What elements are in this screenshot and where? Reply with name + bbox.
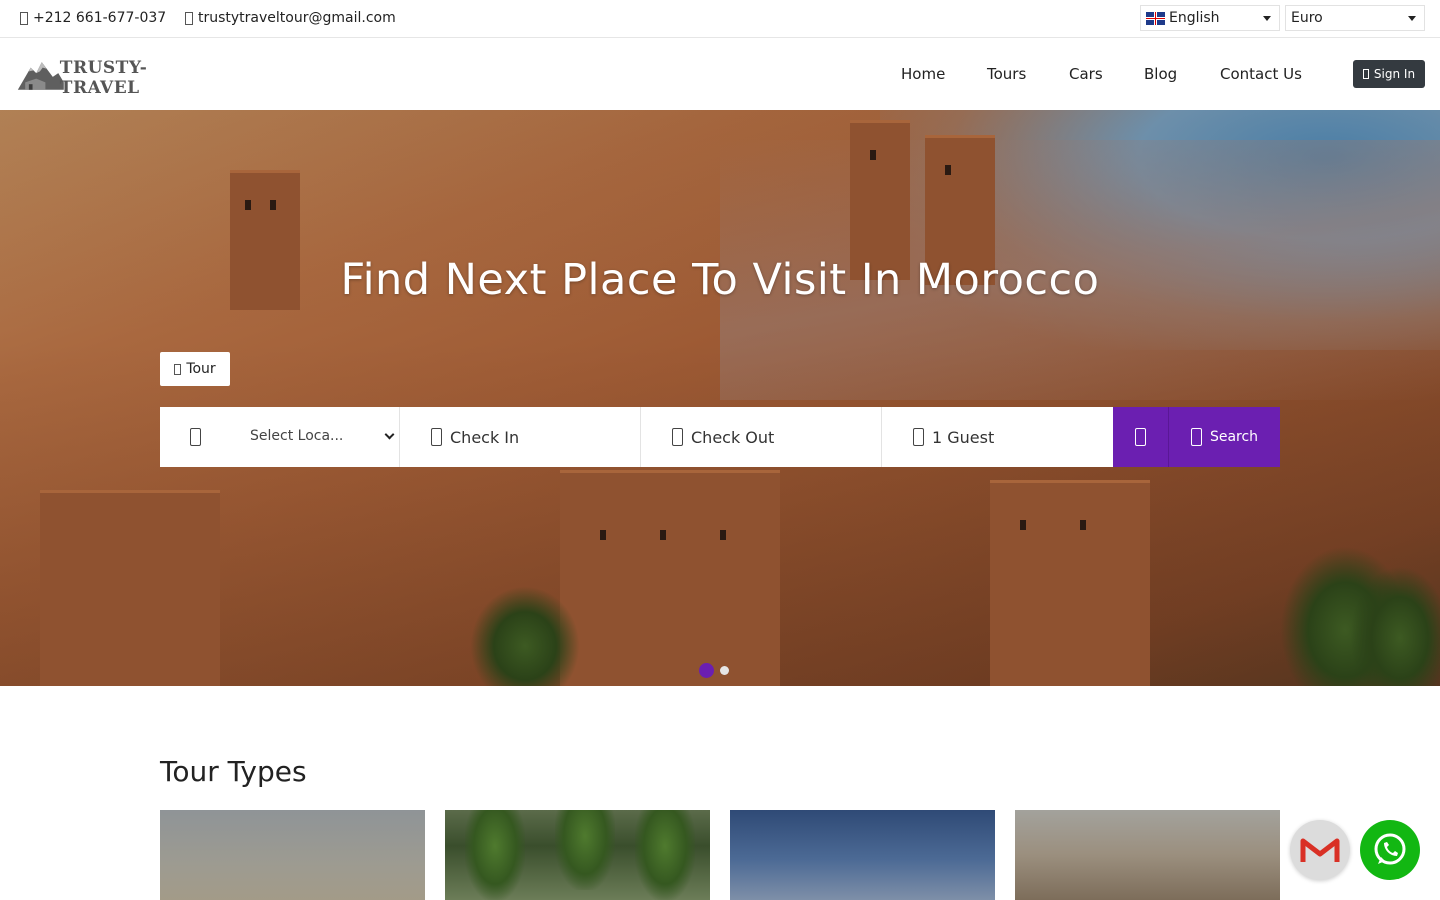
location-placeholder: Select Loca...	[250, 428, 344, 444]
whatsapp-icon	[1374, 833, 1406, 865]
nav-blog[interactable]: Blog	[1144, 65, 1177, 83]
kasbah-window	[945, 165, 951, 175]
sign-in-icon	[1362, 69, 1369, 79]
envelope-icon	[185, 11, 193, 25]
kasbah-building	[560, 470, 780, 686]
kasbah-window	[870, 150, 876, 160]
currency-select[interactable]: Euro	[1285, 5, 1425, 31]
check-out-label: Check Out	[691, 427, 775, 447]
check-out-field[interactable]: Check Out	[641, 407, 882, 467]
hero-slider: Find Next Place To Visit In Morocco Tour…	[0, 110, 1440, 686]
calendar-icon	[672, 428, 683, 446]
calendar-icon	[431, 428, 442, 446]
guests-field[interactable]: 1 Guest	[882, 407, 1113, 467]
kasbah-window	[270, 200, 276, 210]
tour-icon	[174, 363, 182, 375]
tour-type-card[interactable]	[160, 810, 425, 900]
tour-type-card[interactable]	[445, 810, 710, 900]
kasbah-building	[990, 480, 1150, 686]
tree-graphic	[635, 810, 695, 900]
nav-contact-us[interactable]: Contact Us	[1220, 65, 1302, 83]
slider-dot-active[interactable]	[699, 663, 714, 678]
phone-contact[interactable]: +212 661-677-037	[20, 10, 166, 26]
kasbah-window	[1020, 520, 1026, 530]
top-bar: +212 661-677-037 trustytraveltour@gmail.…	[0, 0, 1440, 38]
check-in-label: Check In	[450, 427, 520, 447]
search-label: Search	[1209, 429, 1259, 445]
tour-type-card[interactable]	[1015, 810, 1280, 900]
whatsapp-button[interactable]	[1360, 820, 1420, 880]
check-in-field[interactable]: Check In	[400, 407, 641, 467]
nav-cars[interactable]: Cars	[1069, 65, 1103, 83]
search-icon	[1190, 428, 1202, 446]
search-button[interactable]: Search	[1169, 407, 1280, 467]
chevron-down-icon	[384, 429, 395, 440]
kasbah-window	[245, 200, 251, 210]
phone-icon	[20, 11, 28, 25]
tree-graphic	[555, 810, 615, 890]
kasbah-window	[1080, 520, 1086, 530]
kasbah-building	[40, 490, 220, 686]
kasbah-window	[660, 530, 666, 540]
tree-graphic	[465, 810, 525, 900]
kasbah-window	[720, 530, 726, 540]
sign-in-button[interactable]: Sign In	[1353, 60, 1425, 88]
phone-text: +212 661-677-037	[33, 10, 167, 26]
search-bar: Select Loca... Check In Check Out 1 Gues…	[160, 407, 1280, 467]
mountain-logo-icon	[17, 62, 64, 90]
location-select[interactable]: Select Loca...	[160, 407, 400, 467]
main-navbar: TRUSTY-TRAVEL Home Tours Cars Blog Conta…	[0, 38, 1440, 110]
guests-label: 1 Guest	[932, 427, 995, 447]
palm-tree	[470, 586, 580, 686]
user-icon	[913, 428, 924, 446]
slider-dot[interactable]	[720, 666, 729, 675]
uk-flag-icon	[1146, 11, 1165, 25]
sign-in-label: Sign In	[1373, 67, 1416, 81]
palm-tree	[1350, 566, 1440, 686]
sliders-icon	[1135, 428, 1146, 446]
nav-tours[interactable]: Tours	[987, 65, 1026, 83]
tour-types-title: Tour Types	[160, 755, 307, 788]
tour-type-card[interactable]	[730, 810, 995, 900]
currency-value: Euro	[1291, 10, 1323, 26]
gmail-icon	[1300, 838, 1340, 862]
map-marker-icon	[190, 428, 201, 446]
nav-home[interactable]: Home	[901, 65, 945, 83]
tab-tour-label: Tour	[186, 361, 216, 377]
tab-tour[interactable]: Tour	[160, 352, 230, 386]
kasbah-window	[600, 530, 606, 540]
slider-dots	[699, 663, 729, 678]
logo-text: TRUSTY-TRAVEL	[59, 58, 148, 98]
caret-down-icon	[1263, 16, 1271, 21]
hero-title: Find Next Place To Visit In Morocco	[340, 255, 1100, 305]
site-logo[interactable]: TRUSTY-TRAVEL	[16, 55, 211, 98]
caret-down-icon	[1408, 16, 1416, 21]
email-contact[interactable]: trustytraveltour@gmail.com	[185, 10, 396, 26]
language-value: English	[1169, 10, 1220, 26]
gmail-button[interactable]	[1290, 820, 1350, 880]
filter-button[interactable]	[1113, 407, 1169, 467]
email-text: trustytraveltour@gmail.com	[198, 10, 396, 26]
language-select[interactable]: English	[1140, 5, 1280, 31]
